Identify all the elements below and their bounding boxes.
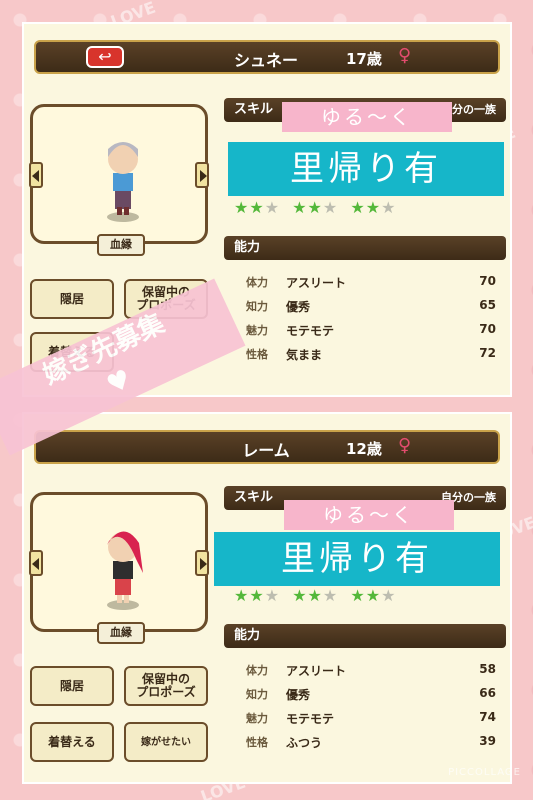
ability-section-header: 能力 xyxy=(224,236,506,260)
stat-value: 66 xyxy=(479,686,496,700)
overlay-satogaeri: 里帰り有 xyxy=(228,142,504,196)
star-icon: ★★ xyxy=(350,586,382,605)
star-icon: ★ xyxy=(381,586,397,605)
stat-key: 知力 xyxy=(246,688,268,701)
overlay-yuruku: ゆる〜く xyxy=(282,102,452,132)
skill-stars: ★★★ ★★★ ★★★ xyxy=(234,198,396,217)
retire-button[interactable]: 隠居 xyxy=(30,279,114,319)
character-age: 17歳 xyxy=(346,50,382,68)
stat-key: 魅力 xyxy=(246,712,268,725)
star-icon: ★ xyxy=(322,586,339,605)
stat-key: 体力 xyxy=(246,664,268,677)
next-arrow-button[interactable] xyxy=(195,550,209,576)
kettou-button[interactable]: 血縁 xyxy=(97,234,145,256)
star-icon: ★ xyxy=(322,198,339,217)
overlay-satogaeri: 里帰り有 xyxy=(214,532,500,586)
ability-section-header: 能力 xyxy=(224,624,506,648)
pending-proposal-button[interactable]: 保留中の プロポーズ xyxy=(124,666,208,706)
stat-name: モテモテ xyxy=(286,324,335,338)
heart-icon: ♥ xyxy=(102,363,137,401)
stat-key: 性格 xyxy=(246,736,268,749)
female-icon: ♀ xyxy=(398,45,412,66)
star-icon: ★★ xyxy=(292,586,323,605)
prev-arrow-button[interactable] xyxy=(29,550,43,576)
stat-value: 39 xyxy=(479,734,496,748)
stat-name: 優秀 xyxy=(286,688,311,702)
skill-right-label: 分の一族 xyxy=(452,103,496,116)
stat-value: 65 xyxy=(479,298,496,312)
overlay-yuruku: ゆる〜く xyxy=(284,500,454,530)
stat-key: 魅力 xyxy=(246,324,268,337)
stat-row: 体力 アスリート 58 xyxy=(246,662,496,682)
stat-row: 体力 アスリート 70 xyxy=(246,274,496,294)
stat-key: 性格 xyxy=(246,348,268,361)
marry-off-button[interactable]: 嫁がせたい xyxy=(124,722,208,762)
stat-value: 74 xyxy=(479,710,496,724)
character-header: レーム 12歳 ♀ xyxy=(34,430,500,464)
stat-name: 優秀 xyxy=(286,300,311,314)
next-arrow-button[interactable] xyxy=(195,162,209,188)
stat-value: 72 xyxy=(479,346,496,360)
stat-row: 知力 優秀 66 xyxy=(246,686,496,706)
star-icon: ★ xyxy=(264,198,281,217)
watermark: PICCOLLAGE xyxy=(448,767,521,778)
stat-row: 知力 優秀 65 xyxy=(246,298,496,318)
character-sprite xyxy=(107,531,143,610)
stat-name: 気まま xyxy=(286,348,323,362)
skill-label: スキル xyxy=(234,490,274,505)
character-name: シュネー xyxy=(233,51,298,70)
stat-row: 性格 ふつう 39 xyxy=(246,734,496,754)
kettou-button[interactable]: 血縁 xyxy=(97,622,145,644)
star-icon: ★★ xyxy=(234,586,265,605)
stat-name: モテモテ xyxy=(286,712,335,726)
stat-name: ふつう xyxy=(286,736,323,750)
stat-name: アスリート xyxy=(286,664,347,678)
ability-label: 能力 xyxy=(234,240,261,255)
star-icon: ★★ xyxy=(292,198,323,217)
stat-row: 魅力 モテモテ 74 xyxy=(246,710,496,730)
portrait-frame: 血縁 xyxy=(29,492,209,644)
star-icon: ★ xyxy=(381,198,397,217)
female-icon: ♀ xyxy=(398,435,412,456)
character-name: レーム xyxy=(242,441,290,460)
character-header: ↩ シュネー 17歳 ♀ xyxy=(34,40,500,74)
stat-row: 魅力 モテモテ 70 xyxy=(246,322,496,342)
undo-icon: ↩ xyxy=(98,47,112,66)
back-button[interactable]: ↩ xyxy=(86,46,124,68)
skill-label: スキル xyxy=(234,102,274,117)
star-icon: ★★ xyxy=(234,198,265,217)
character-panel-2: レーム 12歳 ♀ 血縁 隠居 保留中の プロポーズ 着替える 嫁がせたい スキ… xyxy=(22,412,512,784)
stat-value: 70 xyxy=(479,322,496,336)
retire-button[interactable]: 隠居 xyxy=(30,666,114,706)
character-sprite xyxy=(107,142,139,222)
star-icon: ★★ xyxy=(350,198,382,217)
portrait-frame: 血縁 xyxy=(29,104,209,256)
stat-value: 70 xyxy=(479,274,496,288)
stat-value: 58 xyxy=(479,662,496,676)
skill-stars: ★★★ ★★★ ★★★ xyxy=(234,586,396,605)
ability-label: 能力 xyxy=(234,628,261,643)
star-icon: ★ xyxy=(264,586,281,605)
stat-row: 性格 気まま 72 xyxy=(246,346,496,366)
stat-name: アスリート xyxy=(286,276,347,290)
prev-arrow-button[interactable] xyxy=(29,162,43,188)
character-age: 12歳 xyxy=(346,440,382,458)
stat-key: 知力 xyxy=(246,300,268,313)
change-clothes-button[interactable]: 着替える xyxy=(30,722,114,762)
stat-key: 体力 xyxy=(246,276,268,289)
